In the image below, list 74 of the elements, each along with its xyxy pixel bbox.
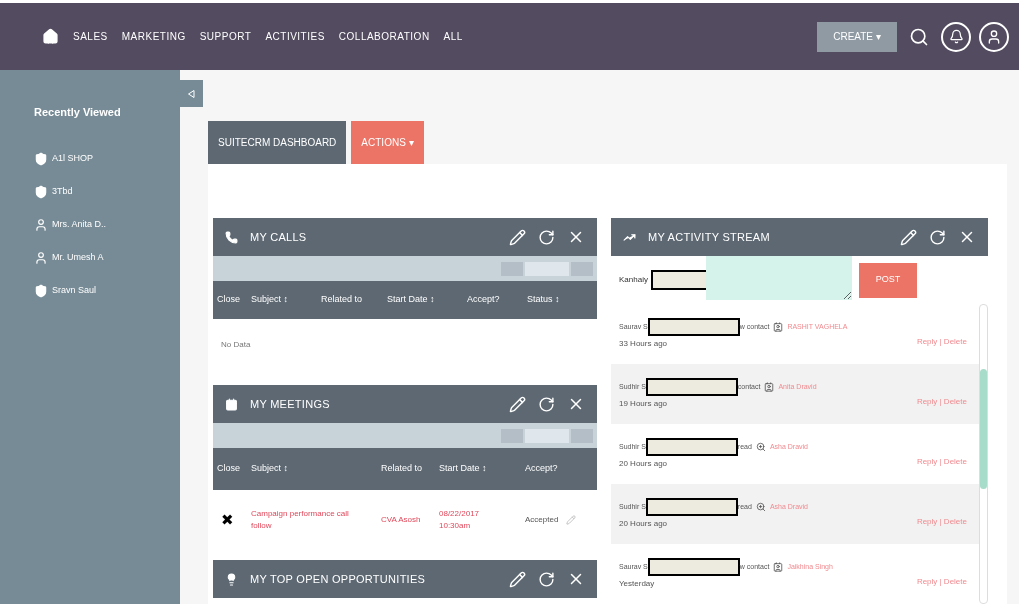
notification-icon[interactable] [941,21,971,52]
close-mark[interactable]: ✖ [217,508,251,532]
reply-delete-link[interactable]: Reply | Delete [916,396,967,408]
contact-card-icon [773,322,784,332]
sidebar-item[interactable]: Mr. Umesh A [34,241,180,275]
phone-icon [225,230,238,244]
dashboard-tab[interactable]: ACTIONS ▾ [351,121,424,164]
pager-range-icon [525,261,569,276]
contact-card-icon [773,562,784,572]
search-icon[interactable] [909,26,929,47]
column-header[interactable]: Start Date ↕ [439,462,525,476]
accept-status: Accepted [525,514,559,526]
reply-delete-link[interactable]: Reply | Delete [916,576,967,588]
post-button[interactable]: POST [858,262,917,298]
start-date: 08/22/2017 10:30am [439,508,481,532]
column-header[interactable]: Start Date ↕ [387,293,467,307]
calendar-icon [225,397,238,411]
column-header[interactable]: Close [217,293,251,307]
sidebar-item[interactable]: Mrs. Anita D.. [34,208,180,242]
reply-delete-link[interactable]: Reply | Delete [916,456,967,468]
reply-delete-link[interactable]: Reply | Delete [916,336,967,348]
column-header[interactable]: Status ↕ [527,293,577,307]
magnifier-icon [755,442,766,452]
column-header[interactable]: Subject ↕ [251,293,321,307]
nav-link[interactable]: ACTIVITIES [265,29,325,45]
dashlet-title: MY TOP OPEN OPPORTUNITIES [250,571,427,587]
reply-delete-link[interactable]: Reply | Delete [916,516,967,528]
dashboard-tab[interactable]: SUITECRM DASHBOARD [208,121,347,164]
nav-link[interactable]: ALL [443,29,463,45]
column-header[interactable]: Accept? [525,462,585,476]
home-icon[interactable] [42,28,59,46]
related-link[interactable]: CVA Asosh [381,514,439,526]
lightbulb-icon [225,572,238,586]
refresh-icon[interactable] [538,228,555,246]
refresh-icon[interactable] [538,570,555,588]
column-header[interactable]: Subject ↕ [251,462,381,476]
create-button[interactable]: CREATE ▾ [817,21,897,52]
nav-link[interactable]: SALES [73,29,108,45]
shield-icon [34,284,48,298]
column-header[interactable]: Related to [321,293,387,307]
nav-link[interactable]: MARKETING [121,29,186,45]
nav-link[interactable]: COLLABORATION [338,29,430,45]
scrollbar[interactable] [979,304,988,604]
column-header[interactable]: Accept? [467,293,527,307]
subject-link[interactable]: Campaign performance call follow [251,508,381,532]
column-header[interactable]: Related to [381,462,439,476]
collapse-arrow-icon [188,89,195,98]
user-name: Kanhaiy [619,274,648,286]
shield-icon [34,185,48,199]
sidebar-item[interactable]: A1l SHOP [34,142,180,176]
activity-time: 33 Hours ago [619,338,669,350]
contact-card-icon [764,382,775,392]
dashlet-title: MY ACTIVITY STREAM [648,229,771,245]
column-header[interactable]: Close [217,462,251,476]
dashlet-title: MY MEETINGS [250,396,331,412]
post-field[interactable] [705,256,852,300]
activity-time: Yesterday [619,578,656,590]
shield-icon [34,152,48,166]
sidebar-item[interactable]: 3Tbd [34,175,180,209]
person-icon [34,251,48,265]
activity-time: 19 Hours ago [619,398,669,410]
magnifier-icon [755,502,766,512]
activity-time: 20 Hours ago [619,458,669,470]
sidebar-title: Recently Viewed [34,105,122,120]
empty-message: No Data [220,339,252,351]
dashlet-title: MY CALLS [250,229,308,245]
pager-range-icon [525,428,569,443]
person-icon [34,218,48,232]
refresh-icon[interactable] [929,228,946,246]
refresh-icon[interactable] [538,395,555,413]
activity-time: 20 Hours ago [619,518,669,530]
nav-link[interactable]: SUPPORT [199,29,252,45]
user-icon[interactable] [979,21,1009,52]
sidebar-item[interactable]: Sravn Saul [34,274,180,308]
